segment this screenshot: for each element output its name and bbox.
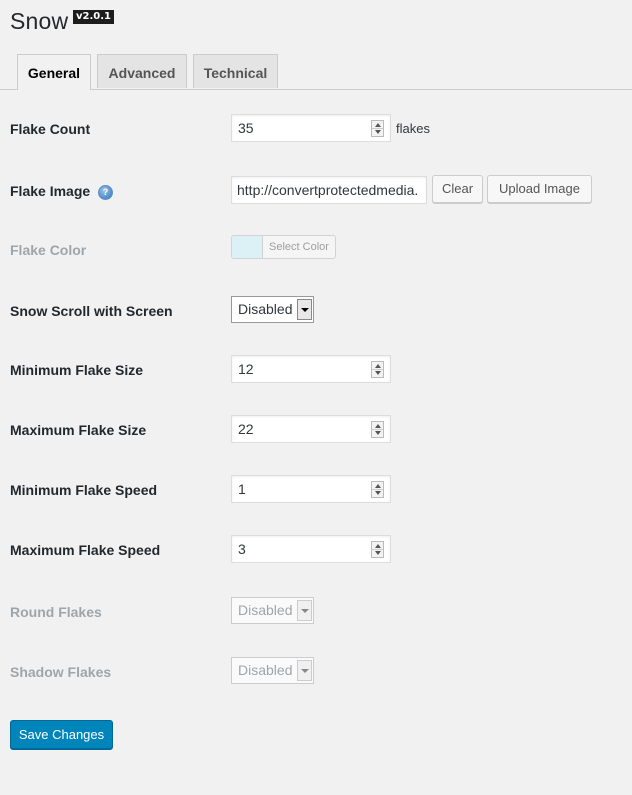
spinner-down-icon[interactable] [375, 551, 381, 555]
tab-advanced[interactable]: Advanced [97, 54, 187, 88]
chevron-down-icon [297, 660, 312, 681]
flake-count-spinner[interactable] [371, 120, 384, 137]
spinner-up-icon[interactable] [375, 424, 381, 428]
round-flakes-select: Disabled [231, 597, 314, 624]
max-flake-size-label: Maximum Flake Size [10, 422, 147, 438]
flake-count-input[interactable]: 35 [231, 114, 391, 142]
spinner-up-icon[interactable] [375, 123, 381, 127]
flake-image-url-value: http://convertprotectedmedia. [237, 182, 419, 198]
select-color-label: Select Color [269, 241, 329, 253]
spinner-up-icon[interactable] [375, 484, 381, 488]
max-flake-size-spinner[interactable] [371, 421, 384, 438]
snow-scroll-row: Snow Scroll with Screen Disabled [10, 296, 620, 326]
color-swatch [232, 236, 263, 258]
flake-image-url-input[interactable]: http://convertprotectedmedia. [231, 176, 427, 204]
snow-scroll-label: Snow Scroll with Screen [10, 303, 173, 319]
flake-image-row: Flake Image ? http://convertprotectedmed… [10, 175, 620, 206]
shadow-flakes-select: Disabled [231, 657, 314, 684]
upload-image-button[interactable]: Upload Image [487, 175, 592, 203]
spinner-down-icon[interactable] [375, 491, 381, 495]
min-flake-size-input[interactable]: 12 [231, 355, 391, 383]
flake-count-row: Flake Count 35 flakes [10, 114, 620, 144]
flake-count-label: Flake Count [10, 121, 91, 137]
min-flake-size-row: Minimum Flake Size 12 [10, 355, 620, 385]
min-flake-speed-label: Minimum Flake Speed [10, 482, 158, 498]
spinner-down-icon[interactable] [375, 431, 381, 435]
max-flake-speed-label: Maximum Flake Speed [10, 542, 161, 558]
max-flake-size-input[interactable]: 22 [231, 415, 391, 443]
max-flake-size-value: 22 [238, 421, 254, 437]
round-flakes-row: Round Flakes Disabled [10, 597, 620, 627]
tab-general[interactable]: General [17, 54, 91, 90]
max-flake-size-row: Maximum Flake Size 22 [10, 415, 620, 445]
round-flakes-value: Disabled [238, 602, 293, 618]
flake-color-row: Flake Color Select Color [10, 235, 620, 265]
snow-scroll-value: Disabled [238, 301, 293, 317]
flake-image-label-wrap: Flake Image ? [10, 183, 114, 200]
shadow-flakes-row: Shadow Flakes Disabled [10, 657, 620, 687]
spinner-down-icon[interactable] [375, 130, 381, 134]
flake-count-suffix: flakes [396, 121, 430, 136]
max-flake-speed-spinner[interactable] [371, 541, 384, 558]
max-flake-speed-row: Maximum Flake Speed 3 [10, 535, 620, 565]
clear-button[interactable]: Clear [432, 175, 483, 203]
spinner-down-icon[interactable] [375, 371, 381, 375]
min-flake-speed-value: 1 [238, 481, 246, 497]
round-flakes-label: Round Flakes [10, 604, 102, 620]
snow-scroll-select[interactable]: Disabled [231, 296, 314, 323]
color-picker[interactable]: Select Color [231, 235, 336, 259]
max-flake-speed-value: 3 [238, 541, 246, 557]
min-flake-size-label: Minimum Flake Size [10, 362, 144, 378]
max-flake-speed-input[interactable]: 3 [231, 535, 391, 563]
spinner-up-icon[interactable] [375, 364, 381, 368]
min-flake-speed-spinner[interactable] [371, 481, 384, 498]
min-flake-speed-row: Minimum Flake Speed 1 [10, 475, 620, 505]
min-flake-speed-input[interactable]: 1 [231, 475, 391, 503]
page-title: Snow [10, 8, 69, 34]
flake-color-label: Flake Color [10, 242, 87, 258]
shadow-flakes-value: Disabled [238, 662, 293, 678]
min-flake-size-value: 12 [238, 361, 254, 377]
chevron-down-icon [297, 600, 312, 621]
shadow-flakes-label: Shadow Flakes [10, 664, 112, 680]
flake-count-value: 35 [238, 120, 254, 136]
tab-technical[interactable]: Technical [193, 54, 278, 88]
version-badge: v2.0.1 [73, 10, 114, 24]
page-header: Snow v2.0.1 [10, 8, 114, 35]
save-changes-button[interactable]: Save Changes [10, 720, 113, 749]
help-icon[interactable]: ? [98, 184, 114, 200]
flake-image-label: Flake Image [10, 183, 91, 199]
chevron-down-icon[interactable] [297, 299, 312, 320]
min-flake-size-spinner[interactable] [371, 361, 384, 378]
spinner-up-icon[interactable] [375, 544, 381, 548]
tab-bar: General Advanced Technical [0, 52, 632, 90]
